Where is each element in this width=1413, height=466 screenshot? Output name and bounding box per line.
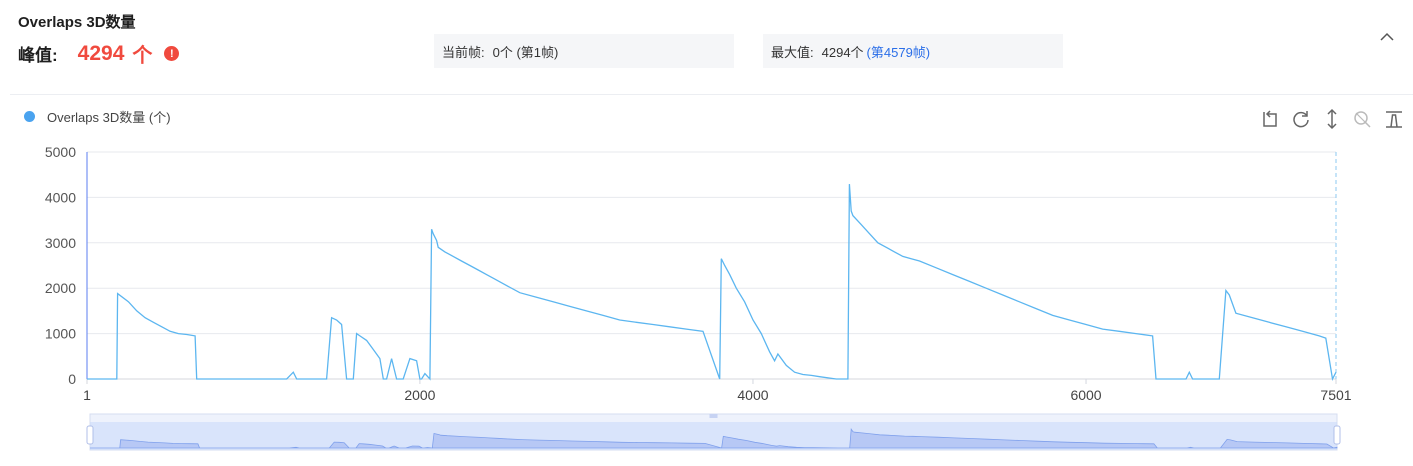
overlaps-line-chart[interactable]: 0 1000 2000 3000 4000 5000 1 2000 4000 6000 7501 [0, 0, 1413, 466]
y-tick-label: 3000 [45, 235, 76, 251]
datazoom-drag-grip[interactable] [709, 414, 718, 418]
y-tick-label: 2000 [45, 280, 76, 296]
y-tick-label: 1000 [45, 326, 76, 342]
datazoom-right-handle[interactable] [1333, 425, 1341, 445]
x-tick-label: 7501 [1320, 387, 1351, 403]
x-tick-label: 2000 [404, 387, 435, 403]
y-tick-label: 4000 [45, 189, 76, 205]
x-tick-label: 6000 [1070, 387, 1101, 403]
x-tick-label: 4000 [737, 387, 768, 403]
x-tick-label: 1 [83, 387, 91, 403]
y-tick-label: 5000 [45, 144, 76, 160]
y-tick-label: 0 [68, 371, 76, 387]
series-line-overlaps-3d[interactable] [87, 184, 1337, 382]
datazoom-left-handle[interactable] [86, 425, 94, 445]
